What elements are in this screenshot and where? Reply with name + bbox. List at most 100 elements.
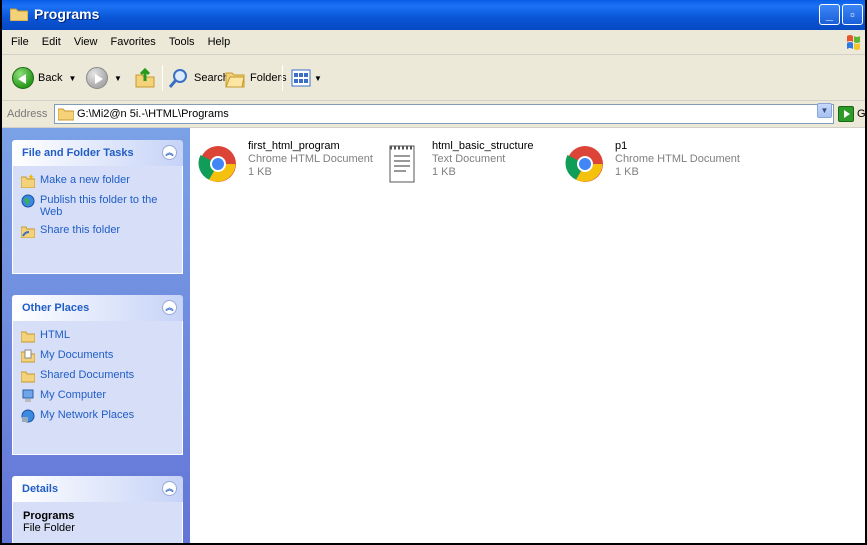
details-type: File Folder [23, 522, 75, 534]
file-name: p1 [615, 140, 628, 152]
notepad-icon [389, 145, 415, 183]
share-folder-link[interactable]: Share this folder [21, 224, 174, 238]
back-label: Back [38, 72, 63, 84]
forward-button[interactable]: ▼ [86, 65, 122, 91]
go-arrow-icon [838, 106, 854, 122]
windows-logo-icon [847, 35, 860, 50]
other-places-header[interactable]: Other Places ︽ [12, 295, 183, 321]
back-arrow-icon [12, 67, 34, 89]
place-shared-documents[interactable]: Shared Documents [21, 369, 174, 383]
publish-folder-link[interactable]: Publish this folder to the Web [21, 194, 174, 218]
menu-help[interactable]: Help [203, 30, 236, 55]
toolbar-separator [282, 65, 283, 91]
dropdown-arrow-icon[interactable]: ▼ [68, 74, 76, 83]
make-new-folder-link[interactable]: Make a new folder [21, 174, 174, 188]
panel-body: Make a new folder Publish this folder to… [12, 166, 183, 274]
folder-icon [10, 8, 28, 21]
file-folder-tasks-header[interactable]: File and Folder Tasks ︽ [12, 140, 183, 166]
new-folder-icon [21, 174, 35, 188]
search-button[interactable]: Search [168, 65, 229, 91]
task-label: Make a new folder [40, 174, 130, 186]
file-item[interactable]: first_html_program Chrome HTML Document … [198, 140, 378, 190]
place-label: My Documents [40, 349, 114, 361]
address-input[interactable]: G:\Mi2@n 5i.-\HTML\Programs [54, 104, 834, 124]
toolbar-separator [162, 65, 163, 91]
other-places-panel: Other Places ︽ HTML My Documents Shared … [12, 295, 183, 455]
file-size: 1 KB [615, 166, 639, 178]
folders-button[interactable]: Folders [224, 65, 287, 91]
dropdown-arrow-icon[interactable]: ▼ [114, 74, 122, 83]
panel-title: File and Folder Tasks [22, 147, 134, 159]
place-my-computer[interactable]: My Computer [21, 389, 174, 403]
file-type: Chrome HTML Document [615, 153, 740, 165]
share-folder-icon [21, 226, 35, 238]
back-button[interactable]: Back ▼ [12, 65, 76, 91]
explorer-window: Programs _ ▫ X File Edit View Favorites … [0, 0, 867, 545]
window-title: Programs [34, 6, 100, 22]
place-label: My Computer [40, 389, 107, 401]
menu-tools[interactable]: Tools [164, 30, 200, 55]
panel-body: HTML My Documents Shared Documents My Co… [12, 321, 183, 455]
maximize-button[interactable]: ▫ [842, 4, 863, 25]
place-html[interactable]: HTML [21, 329, 174, 343]
toolbar: Back ▼ ▼ Search Folders ▼ [2, 55, 865, 101]
views-button[interactable]: ▼ [290, 65, 322, 91]
chrome-icon [198, 146, 236, 182]
file-name: html_basic_structure [432, 140, 534, 152]
place-my-network-places[interactable]: My Network Places [21, 409, 174, 423]
details-panel: Details ︽ Programs File Folder [12, 476, 183, 543]
place-label: Shared Documents [40, 369, 135, 381]
panel-title: Other Places [22, 302, 90, 314]
network-icon [21, 409, 35, 423]
collapse-icon[interactable]: ︽ [162, 481, 177, 496]
shared-folder-icon [21, 371, 35, 383]
file-list-area: first_html_program Chrome HTML Document … [190, 128, 865, 543]
file-name: first_html_program [248, 140, 340, 152]
menu-edit[interactable]: Edit [37, 30, 66, 55]
address-path: G:\Mi2@n 5i.-\HTML\Programs [77, 108, 229, 120]
folders-icon [225, 72, 245, 88]
file-item[interactable]: p1 Chrome HTML Document 1 KB [565, 140, 745, 190]
panel-body: Programs File Folder [12, 502, 183, 543]
details-header[interactable]: Details ︽ [12, 476, 183, 502]
menu-file[interactable]: File [6, 30, 34, 55]
dropdown-arrow-icon[interactable]: ▼ [314, 74, 322, 83]
computer-icon [22, 389, 34, 402]
file-size: 1 KB [432, 166, 456, 178]
place-label: My Network Places [40, 409, 135, 421]
address-bar: Address G:\Mi2@n 5i.-\HTML\Programs ▼ Go [2, 101, 865, 128]
place-my-documents[interactable]: My Documents [21, 349, 174, 363]
file-type: Text Document [432, 153, 506, 165]
my-documents-icon [21, 349, 35, 363]
file-folder-tasks-panel: File and Folder Tasks ︽ Make a new folde… [12, 140, 183, 274]
go-button[interactable]: Go [838, 106, 866, 122]
menu-view[interactable]: View [69, 30, 103, 55]
menu-favorites[interactable]: Favorites [106, 30, 161, 55]
address-label: Address [7, 108, 48, 120]
up-folder-icon [135, 67, 155, 88]
panel-title: Details [22, 483, 59, 495]
go-label: Go [857, 108, 866, 120]
forward-arrow-icon [86, 67, 108, 89]
folder-icon [21, 331, 35, 343]
search-icon [168, 69, 187, 88]
file-size: 1 KB [248, 166, 272, 178]
task-label: Share this folder [40, 224, 121, 236]
views-icon [291, 69, 311, 87]
collapse-icon[interactable]: ︽ [162, 145, 177, 160]
globe-icon [21, 194, 35, 208]
collapse-icon[interactable]: ︽ [162, 300, 177, 315]
up-folder-button[interactable] [134, 65, 156, 91]
chrome-icon [565, 146, 603, 182]
place-label: HTML [40, 329, 70, 341]
title-bar: Programs _ ▫ X [2, 0, 865, 30]
task-pane: File and Folder Tasks ︽ Make a new folde… [2, 128, 190, 543]
address-dropdown-button[interactable]: ▼ [817, 103, 832, 118]
task-label: Publish this folder to the Web [40, 194, 158, 218]
details-name: Programs [23, 510, 75, 522]
file-item[interactable]: html_basic_structure Text Document 1 KB [382, 140, 562, 190]
folder-icon [58, 108, 74, 121]
file-type: Chrome HTML Document [248, 153, 373, 165]
menu-bar: File Edit View Favorites Tools Help [2, 30, 865, 55]
minimize-button[interactable]: _ [819, 4, 840, 25]
